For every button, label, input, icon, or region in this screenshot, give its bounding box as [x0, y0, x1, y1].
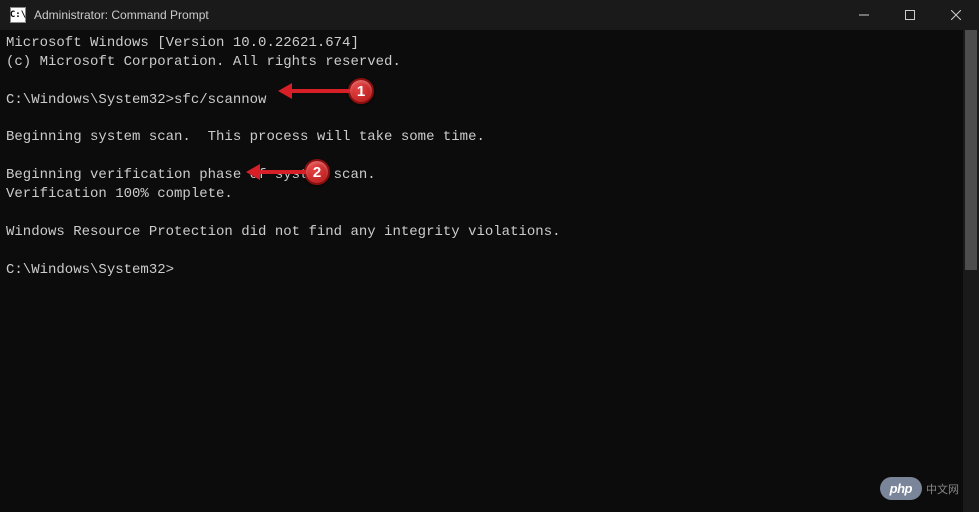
prompt: C:\Windows\System32>	[6, 262, 174, 278]
titlebar: C:\ Administrator: Command Prompt	[0, 0, 979, 30]
watermark-logo: php	[880, 477, 922, 500]
output-text: Windows Resource Protection did not find…	[6, 224, 561, 240]
terminal-line: Beginning verification phase of system s…	[6, 166, 973, 185]
terminal-line	[6, 110, 973, 129]
close-button[interactable]	[933, 0, 979, 30]
output-text: Microsoft Windows [Version 10.0.22621.67…	[6, 35, 359, 51]
command: sfc/scannow	[174, 92, 266, 108]
terminal-line	[6, 147, 973, 166]
terminal-line: (c) Microsoft Corporation. All rights re…	[6, 53, 973, 72]
terminal-line	[6, 242, 973, 261]
terminal-line: C:\Windows\System32>sfc/scannow	[6, 91, 973, 110]
window-title: Administrator: Command Prompt	[34, 8, 841, 22]
watermark-text: 中文网	[926, 481, 959, 497]
output-text: Beginning system scan. This process will…	[6, 129, 485, 145]
terminal-line: C:\Windows\System32>	[6, 261, 973, 280]
output-text: (c) Microsoft Corporation. All rights re…	[6, 54, 401, 70]
maximize-button[interactable]	[887, 0, 933, 30]
scrollbar-thumb[interactable]	[965, 30, 977, 270]
terminal-output[interactable]: Microsoft Windows [Version 10.0.22621.67…	[0, 30, 979, 284]
terminal-line	[6, 72, 973, 91]
terminal-line: Windows Resource Protection did not find…	[6, 223, 973, 242]
minimize-button[interactable]	[841, 0, 887, 30]
watermark: php 中文网	[880, 477, 959, 500]
prompt: C:\Windows\System32>	[6, 92, 174, 108]
window-controls	[841, 0, 979, 30]
terminal-line: Beginning system scan. This process will…	[6, 128, 973, 147]
cmd-icon: C:\	[10, 7, 26, 23]
terminal-line: Microsoft Windows [Version 10.0.22621.67…	[6, 34, 973, 53]
terminal-line: Verification 100% complete.	[6, 185, 973, 204]
scrollbar[interactable]	[963, 30, 979, 512]
output-text: Verification 100% complete.	[6, 186, 233, 202]
terminal-line	[6, 204, 973, 223]
output-text: Beginning verification phase of system s…	[6, 167, 376, 183]
